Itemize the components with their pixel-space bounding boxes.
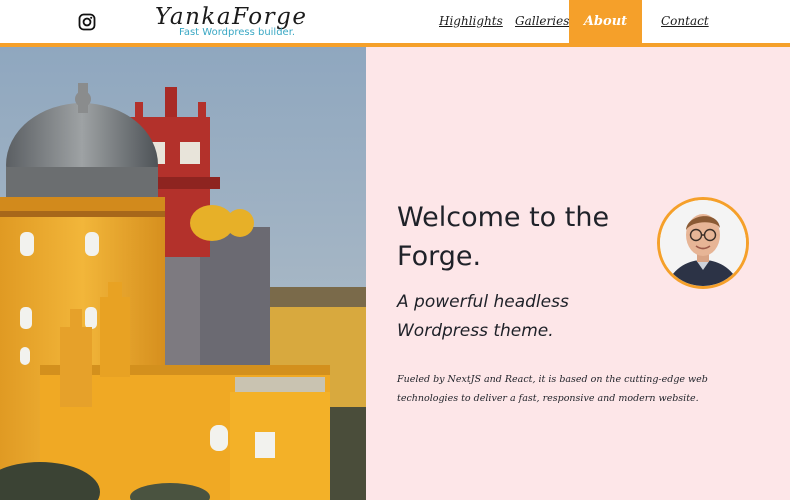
nav-link-about[interactable]: About	[569, 0, 642, 43]
brand-logo[interactable]: YankaForge Fast Wordpress builder.	[155, 4, 306, 42]
nav-link-highlights[interactable]: Highlights	[439, 0, 503, 43]
brand-subtitle: Fast Wordpress builder.	[179, 27, 296, 38]
hero-description: Fueled by NextJS and React, it is based …	[397, 374, 708, 404]
hero-image	[0, 47, 366, 500]
instagram-icon[interactable]	[78, 13, 96, 31]
hero-tagline: A powerful headless Wordpress theme.	[397, 292, 569, 341]
nav-link-about-label: About	[583, 14, 628, 29]
nav-link-contact[interactable]: Contact	[661, 0, 709, 43]
hero-heading: Welcome to the Forge.	[397, 202, 610, 272]
site-header: YankaForge Fast Wordpress builder. Highl…	[0, 0, 790, 43]
profile-avatar	[657, 197, 749, 289]
nav-link-galleries[interactable]: Galleries	[515, 0, 569, 43]
